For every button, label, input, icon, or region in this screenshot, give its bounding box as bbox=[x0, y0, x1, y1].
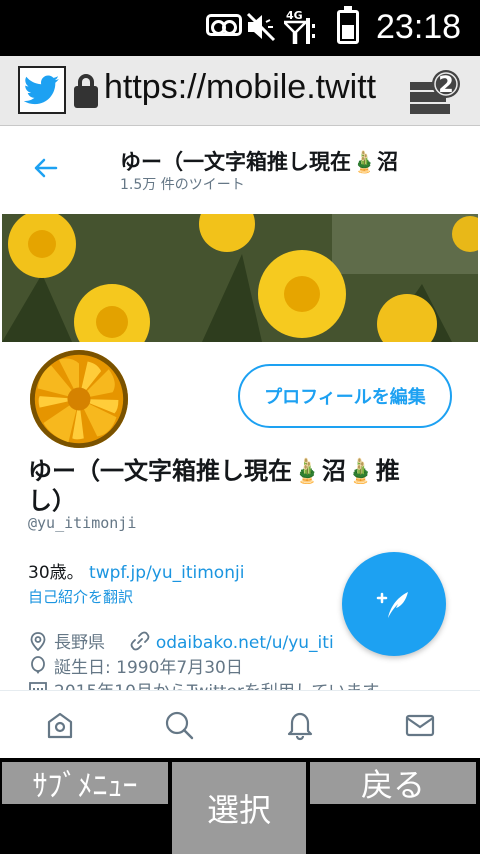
tabs-icon[interactable]: 2 bbox=[408, 66, 464, 116]
clock: 23:18 bbox=[376, 8, 462, 46]
status-bar: 4G 23:18 bbox=[0, 0, 480, 56]
softkey-bar: ｻﾌﾞﾒﾆｭｰ 選択 戻る bbox=[0, 758, 480, 854]
url-text[interactable]: https://mobile.twitt bbox=[104, 68, 400, 114]
home-icon[interactable] bbox=[44, 709, 76, 741]
website-link[interactable]: odaibako.net/u/yu_iti bbox=[156, 633, 334, 653]
translate-bio-link[interactable]: 自己紹介を翻訳 bbox=[28, 586, 133, 607]
location: 長野県 bbox=[54, 633, 105, 653]
edit-profile-button[interactable]: プロフィールを編集 bbox=[238, 364, 452, 428]
profile-banner-image[interactable] bbox=[2, 214, 478, 342]
profile-topbar: ゆー（一文字箱推し現在🎍沼 1.5万 件のツイート bbox=[0, 126, 480, 214]
twitter-profile-page: ゆー（一文字箱推し現在🎍沼 1.5万 件のツイート プロフィールを編集 ゆー（一… bbox=[0, 126, 480, 758]
signal-icon bbox=[284, 18, 315, 44]
back-arrow-icon[interactable] bbox=[30, 152, 62, 184]
bell-icon[interactable] bbox=[284, 709, 316, 741]
tab-count: 2 bbox=[438, 73, 453, 98]
bottom-navigation bbox=[0, 690, 480, 758]
twitter-bird-icon bbox=[18, 66, 66, 114]
search-icon[interactable] bbox=[163, 709, 195, 741]
voicemail-icon bbox=[206, 14, 242, 36]
bio-text: 30歳。 bbox=[28, 563, 84, 583]
mail-icon[interactable] bbox=[404, 709, 436, 741]
birthday: 誕生日: 1990年7月30日 bbox=[54, 658, 243, 678]
select-softkey[interactable]: 選択 bbox=[172, 762, 306, 854]
phone-screen: 4G 23:18 https://mobile.twitt 2 ゆー（一文字箱推… bbox=[0, 0, 480, 854]
profile-meta-row-1: 長野県 odaibako.net/u/yu_iti bbox=[28, 628, 334, 653]
user-handle: @yu_itimonji bbox=[28, 514, 137, 532]
compose-tweet-button[interactable] bbox=[342, 552, 446, 656]
location-pin-icon bbox=[30, 632, 46, 651]
profile-avatar[interactable] bbox=[28, 348, 130, 450]
browser-url-bar[interactable]: https://mobile.twitt 2 bbox=[0, 56, 480, 126]
balloon-icon bbox=[31, 656, 45, 674]
back-softkey[interactable]: 戻る bbox=[310, 762, 476, 804]
submenu-softkey[interactable]: ｻﾌﾞﾒﾆｭｰ bbox=[2, 762, 168, 804]
tweet-count: 1.5万 件のツイート bbox=[120, 177, 245, 193]
header-name: ゆー（一文字箱推し現在🎍沼 bbox=[120, 150, 399, 174]
bio: 30歳。 twpf.jp/yu_itimonji bbox=[28, 558, 244, 583]
battery-icon bbox=[337, 6, 359, 44]
vibrate-mute-icon bbox=[246, 12, 276, 42]
compose-feather-icon bbox=[376, 592, 408, 618]
lock-icon bbox=[74, 74, 98, 108]
link-icon bbox=[130, 631, 150, 651]
bio-link[interactable]: twpf.jp/yu_itimonji bbox=[89, 563, 244, 583]
profile-meta-row-2: 誕生日: 1990年7月30日 bbox=[28, 653, 243, 678]
display-name: ゆー（一文字箱推し現在🎍沼🎍推し） bbox=[28, 457, 400, 515]
